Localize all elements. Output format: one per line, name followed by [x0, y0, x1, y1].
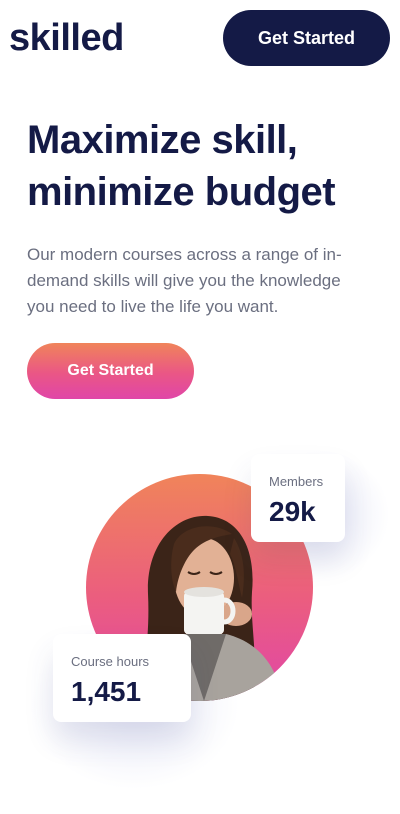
- course-hours-label: Course hours: [71, 654, 150, 669]
- brand-logo[interactable]: skilled: [9, 12, 124, 64]
- hero-get-started-button[interactable]: Get Started: [27, 343, 194, 399]
- members-label: Members: [269, 474, 324, 489]
- course-hours-stat-card: Course hours 1,451: [53, 634, 191, 722]
- hero-title-line-2: minimize budget: [27, 170, 336, 214]
- hero-title: Maximize skill, minimize budget: [27, 114, 387, 218]
- hero-title-line-1: Maximize skill,: [27, 118, 298, 162]
- hero-visual: Members 29k Course hours 1,451: [0, 430, 400, 814]
- course-hours-value: 1,451: [71, 676, 142, 707]
- hero-description: Our modern courses across a range of in-…: [27, 245, 342, 316]
- members-stat-card: Members 29k: [251, 454, 345, 542]
- header-get-started-button[interactable]: Get Started: [223, 10, 390, 66]
- members-value: 29k: [269, 496, 316, 527]
- landing-page: skilled Get Started Maximize skill, mini…: [0, 0, 400, 814]
